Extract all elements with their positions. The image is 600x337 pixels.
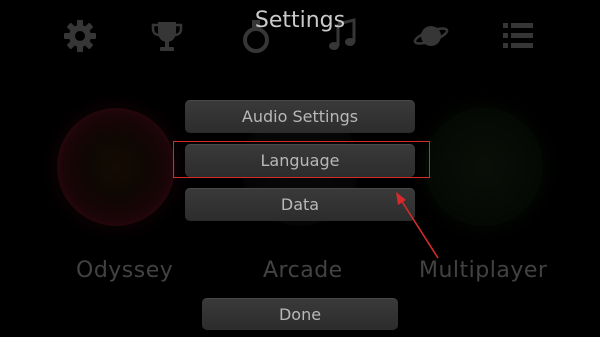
mode-label-arcade: Arcade <box>263 258 343 283</box>
mode-label-multiplayer: Multiplayer <box>419 258 548 283</box>
mode-label-odyssey: Odyssey <box>76 258 174 283</box>
done-button[interactable]: Done <box>202 298 398 330</box>
odyssey-orb[interactable] <box>57 108 175 226</box>
multiplayer-orb[interactable] <box>425 108 543 226</box>
language-button[interactable]: Language <box>185 144 415 177</box>
game-screen: Odyssey Arcade Multiplayer Settings Audi… <box>0 0 600 337</box>
data-button[interactable]: Data <box>185 188 415 221</box>
audio-settings-button[interactable]: Audio Settings <box>185 100 415 133</box>
settings-title: Settings <box>254 8 346 33</box>
